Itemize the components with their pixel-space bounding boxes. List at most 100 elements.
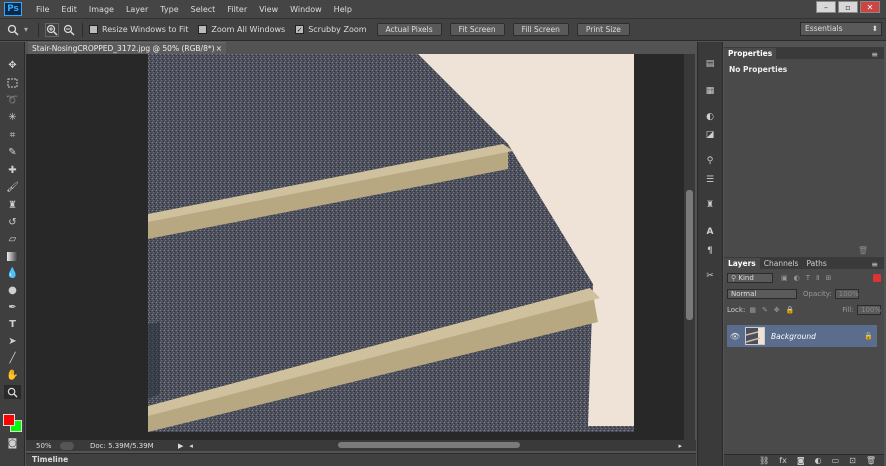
status-menu-arrow-icon[interactable]: ▶ bbox=[178, 442, 183, 450]
lock-icon: 🔒 bbox=[864, 332, 873, 340]
layer-row-background[interactable]: 👁 Background 🔒 bbox=[727, 325, 877, 347]
scrubby-zoom-label: Scrubby Zoom bbox=[308, 25, 367, 34]
adjustments-panel-icon[interactable]: ◪ bbox=[703, 129, 717, 141]
checkbox-box[interactable] bbox=[89, 25, 99, 34]
crop-tool-icon[interactable]: ⌗ bbox=[4, 128, 21, 142]
zoom-tool-icon[interactable] bbox=[6, 23, 20, 37]
menu-select[interactable]: Select bbox=[185, 5, 222, 14]
menu-edit[interactable]: Edit bbox=[55, 5, 83, 14]
menu-layer[interactable]: Layer bbox=[120, 5, 154, 14]
fill-input[interactable]: 100% bbox=[857, 305, 881, 315]
adjustment-layer-icon[interactable]: ◐ bbox=[815, 456, 822, 465]
link-layers-icon[interactable]: ⛓ bbox=[759, 456, 769, 465]
zoom-tool-active-icon[interactable] bbox=[4, 385, 21, 399]
checkbox-checked-box[interactable]: ✓ bbox=[295, 25, 305, 34]
menu-type[interactable]: Type bbox=[154, 5, 184, 14]
panel-menu-icon[interactable]: ≡ bbox=[871, 50, 878, 59]
scroll-left-arrow-icon[interactable]: ◂ bbox=[189, 442, 193, 450]
menu-filter[interactable]: Filter bbox=[221, 5, 253, 14]
magic-wand-icon[interactable]: ✳ bbox=[4, 110, 21, 124]
workspace-select[interactable]: Essentials ⬍ bbox=[800, 22, 882, 36]
tab-channels[interactable]: Channels bbox=[760, 258, 803, 269]
scroll-right-arrow-icon[interactable]: ▸ bbox=[678, 442, 682, 450]
clone-stamp-icon[interactable]: ♜ bbox=[4, 198, 21, 212]
menu-view[interactable]: View bbox=[253, 5, 284, 14]
gradient-tool-icon[interactable] bbox=[4, 249, 21, 263]
brush-tool-icon[interactable]: 🖌 bbox=[4, 180, 21, 194]
scrubby-zoom-checkbox[interactable]: ✓ Scrubby Zoom bbox=[295, 25, 367, 34]
trash-icon[interactable]: 🗑 bbox=[858, 246, 868, 255]
tab-properties[interactable]: Properties bbox=[724, 48, 777, 59]
move-tool-icon[interactable]: ✥ bbox=[4, 58, 21, 72]
tool-preset-chevron-icon[interactable]: ▾ bbox=[24, 25, 28, 34]
actual-pixels-button[interactable]: Actual Pixels bbox=[376, 23, 442, 36]
brush-panel-icon[interactable]: ⚲ bbox=[703, 155, 717, 167]
vertical-scroll-thumb[interactable] bbox=[686, 190, 693, 320]
menu-help[interactable]: Help bbox=[328, 5, 358, 14]
tab-layers[interactable]: Layers bbox=[724, 258, 760, 269]
fit-screen-button[interactable]: Fit Screen bbox=[449, 23, 505, 36]
tool-presets-icon[interactable]: ✂ bbox=[703, 270, 717, 282]
horizontal-scroll-thumb[interactable] bbox=[338, 442, 520, 448]
zoom-out-icon[interactable] bbox=[62, 23, 76, 37]
foreground-color-swatch[interactable] bbox=[3, 414, 15, 426]
swatches-panel-icon[interactable]: ▦ bbox=[703, 85, 717, 97]
status-options-icon[interactable] bbox=[60, 441, 74, 450]
blend-mode-select[interactable]: Normal bbox=[727, 289, 797, 299]
lock-label: Lock: bbox=[727, 306, 746, 314]
history-brush-icon[interactable]: ↺ bbox=[4, 215, 21, 229]
lock-options-icons[interactable]: ▦✎✥🔒 bbox=[749, 306, 800, 314]
panel-menu-icon[interactable]: ≡ bbox=[871, 260, 878, 269]
menu-window[interactable]: Window bbox=[284, 5, 328, 14]
restore-button[interactable]: ▫ bbox=[838, 1, 858, 13]
marquee-tool-icon[interactable] bbox=[4, 76, 21, 90]
opacity-label: Opacity: bbox=[803, 290, 832, 298]
eyedropper-icon[interactable]: ✎ bbox=[4, 145, 21, 159]
minimize-button[interactable]: – bbox=[816, 1, 836, 13]
path-selection-icon[interactable]: ➤ bbox=[4, 334, 21, 348]
menu-image[interactable]: Image bbox=[83, 5, 120, 14]
delete-layer-icon[interactable]: 🗑 bbox=[866, 456, 876, 465]
timeline-panel[interactable]: Timeline bbox=[26, 453, 696, 466]
dodge-tool-icon[interactable]: ● bbox=[4, 283, 21, 297]
zoom-all-windows-label: Zoom All Windows bbox=[211, 25, 286, 34]
history-panel-icon[interactable]: ▤ bbox=[703, 58, 717, 70]
filter-kind-select[interactable]: ⚲ Kind bbox=[727, 273, 773, 283]
visibility-eye-icon[interactable]: 👁 bbox=[729, 332, 741, 341]
healing-brush-icon[interactable]: ✚ bbox=[4, 163, 21, 177]
document-tab[interactable]: Stair-NosingCROPPED_3172.jpg @ 50% (RGB/… bbox=[28, 42, 226, 54]
character-panel-icon[interactable]: A bbox=[703, 226, 717, 238]
new-group-icon[interactable]: ▭ bbox=[832, 456, 840, 465]
zoom-level[interactable]: 50% bbox=[36, 442, 60, 450]
eraser-tool-icon[interactable]: ▱ bbox=[4, 232, 21, 246]
hand-tool-icon[interactable]: ✋ bbox=[4, 368, 21, 382]
tab-paths[interactable]: Paths bbox=[802, 258, 830, 269]
menu-file[interactable]: File bbox=[30, 5, 55, 14]
layer-filter-row: ⚲ Kind ▣◐TⅡ⊞ bbox=[724, 269, 884, 283]
fill-screen-button[interactable]: Fill Screen bbox=[512, 23, 569, 36]
line-tool-icon[interactable]: ╱ bbox=[4, 351, 21, 365]
blur-tool-icon[interactable]: 💧 bbox=[4, 266, 21, 280]
clone-source-icon[interactable]: ♜ bbox=[703, 199, 717, 211]
pen-tool-icon[interactable]: ✒ bbox=[4, 300, 21, 314]
brush-presets-icon[interactable]: ☰ bbox=[703, 174, 717, 186]
type-tool-icon[interactable]: T bbox=[4, 317, 21, 331]
lasso-tool-icon[interactable]: ➰ bbox=[4, 93, 21, 107]
filter-type-icons[interactable]: ▣◐TⅡ⊞ bbox=[781, 274, 837, 282]
checkbox-box[interactable] bbox=[198, 25, 208, 34]
zoom-in-icon[interactable] bbox=[45, 22, 60, 37]
paragraph-panel-icon[interactable]: ¶ bbox=[703, 245, 717, 257]
close-window-button[interactable]: ✕ bbox=[860, 1, 880, 13]
resize-windows-checkbox[interactable]: Resize Windows to Fit bbox=[89, 25, 188, 34]
opacity-input[interactable]: 100% bbox=[834, 289, 859, 299]
add-mask-icon[interactable]: ◙ bbox=[797, 456, 805, 465]
color-panel-icon[interactable]: ◐ bbox=[703, 111, 717, 123]
new-layer-icon[interactable]: ⊡ bbox=[849, 456, 856, 465]
layer-name[interactable]: Background bbox=[771, 332, 864, 341]
layer-style-icon[interactable]: fx bbox=[779, 456, 787, 465]
document-image[interactable] bbox=[148, 54, 634, 432]
quick-mask-icon[interactable]: ◙ bbox=[4, 436, 21, 450]
filter-toggle-icon[interactable] bbox=[873, 274, 881, 282]
print-size-button[interactable]: Print Size bbox=[576, 23, 630, 36]
zoom-all-windows-checkbox[interactable]: Zoom All Windows bbox=[198, 25, 285, 34]
